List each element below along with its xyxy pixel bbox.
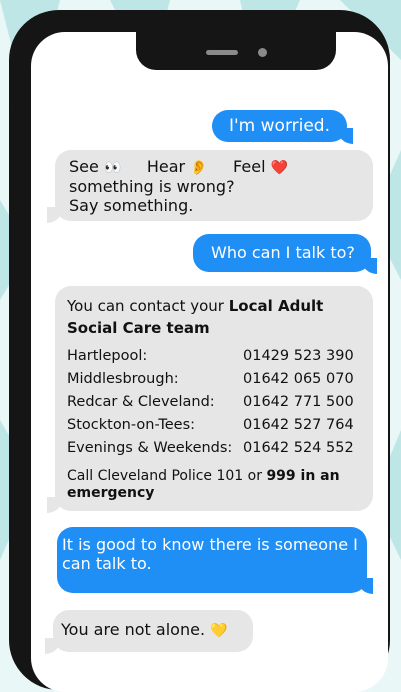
message-text: Hear xyxy=(146,157,186,176)
phone-button xyxy=(12,220,18,268)
yellow-heart-icon: 💛 xyxy=(210,623,228,639)
message-text: You are not alone. xyxy=(61,620,206,639)
message-text: Feel xyxy=(233,157,266,176)
message-bubble-outgoing: It is good to know there is someone I ca… xyxy=(57,527,367,593)
contact-row: Evenings & Weekends: 01642 524 552 xyxy=(67,440,354,457)
message-text: Say something. xyxy=(69,195,194,215)
message-bubble-outgoing: Who can I talk to? xyxy=(193,234,371,272)
police-note: Call Cleveland Police 101 or 999 in an e… xyxy=(67,468,340,501)
message-bubble-outgoing: I'm worried. xyxy=(212,110,347,142)
phone-frame: I'm worried. See 👀 Hear 👂 Feel ❤️ someth… xyxy=(9,10,390,692)
phone-button xyxy=(12,160,18,208)
contact-row: Stockton-on-Tees: 01642 527 764 xyxy=(67,417,354,434)
message-text: Who can I talk to? xyxy=(211,243,355,262)
contact-row: Redcar & Cleveland: 01642 771 500 xyxy=(67,393,354,410)
speaker xyxy=(206,50,238,55)
ear-icon: 👂 xyxy=(190,160,208,176)
heart-icon: ❤️ xyxy=(270,160,289,176)
message-text: See xyxy=(69,157,99,176)
contact-row: Hartlepool: 01429 523 390 xyxy=(67,347,354,364)
phone-screen: I'm worried. See 👀 Hear 👂 Feel ❤️ someth… xyxy=(31,32,388,692)
message-text: It is good to know there is someone I ca… xyxy=(62,535,358,574)
message-intro: You can contact your Local Adult Social … xyxy=(67,297,324,337)
camera-icon xyxy=(258,48,267,57)
phone-button xyxy=(12,110,18,138)
contact-list: Hartlepool: 01429 523 390 Middlesbrough:… xyxy=(67,345,373,461)
message-text: I'm worried. xyxy=(228,116,330,136)
message-bubble-incoming: See 👀 Hear 👂 Feel ❤️ something is wrong?… xyxy=(55,150,373,221)
eyes-icon: 👀 xyxy=(103,160,122,176)
contact-row: Middlesbrough: 01642 065 070 xyxy=(67,370,354,387)
message-bubble-incoming: You can contact your Local Adult Social … xyxy=(55,286,373,511)
phone-notch xyxy=(136,32,336,70)
message-text: something is wrong? xyxy=(69,176,235,196)
message-bubble-incoming: You are not alone. 💛 xyxy=(53,610,253,652)
